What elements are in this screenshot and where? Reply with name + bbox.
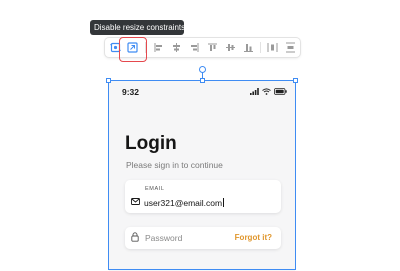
resize-handle-top[interactable] bbox=[200, 78, 205, 83]
align-left-icon[interactable] bbox=[151, 40, 165, 54]
align-top-icon[interactable] bbox=[205, 40, 219, 54]
resize-handle-top-right[interactable] bbox=[293, 78, 298, 83]
selection-frame bbox=[108, 80, 296, 270]
rotation-handle[interactable] bbox=[199, 66, 206, 73]
highlight-box bbox=[119, 37, 147, 62]
toolbar-divider bbox=[260, 42, 261, 53]
align-horizontal-center-icon[interactable] bbox=[169, 40, 183, 54]
tooltip: Disable resize constraints bbox=[90, 20, 185, 35]
distribute-vertical-icon[interactable] bbox=[283, 40, 297, 54]
align-right-icon[interactable] bbox=[187, 40, 201, 54]
align-bottom-icon[interactable] bbox=[241, 40, 255, 54]
align-vertical-center-icon[interactable] bbox=[223, 40, 237, 54]
resize-handle-top-left[interactable] bbox=[106, 78, 111, 83]
distribute-horizontal-icon[interactable] bbox=[265, 40, 279, 54]
